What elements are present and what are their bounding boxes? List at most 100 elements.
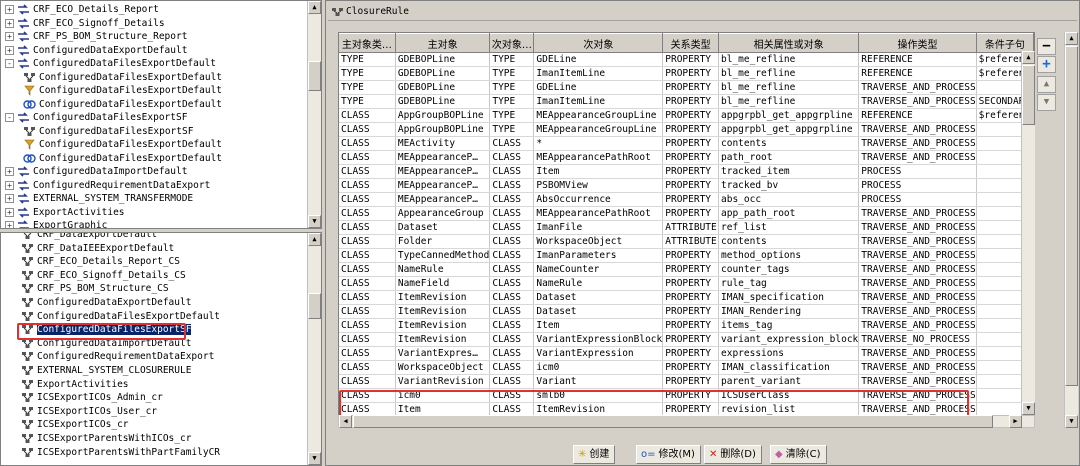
table-cell[interactable]: PROPERTY [662, 122, 719, 137]
table-cell[interactable]: PROPERTY [662, 318, 719, 333]
column-header[interactable]: 主对象 [395, 33, 491, 53]
table-cell[interactable]: CLASS [339, 248, 396, 263]
table-row[interactable]: CLASS MEActivity CLASS * PROPERTY contents TRA… [339, 136, 1034, 151]
table-row[interactable]: CLASS MEAppearanceP… CLASS Item PROPERTY trac… [339, 164, 1034, 179]
table-cell[interactable]: TRAVERSE_AND_PROCESS [858, 346, 977, 361]
column-header[interactable]: 次对象 [533, 33, 664, 53]
table-cell[interactable]: TRAVERSE_AND_PROCESS [858, 304, 977, 319]
list-item[interactable]: ICSExportICOs_cr [21, 418, 129, 431]
list-item[interactable]: ICSExportParentsWithPartFamilyCR [21, 446, 220, 459]
table-row[interactable]: TYPE GDEBOPLine TYPE GDELine PROPERTY bl_me_r… [339, 52, 1034, 67]
tree-node[interactable]: + CRF_ECO_Details_Report [5, 3, 159, 16]
table-cell[interactable]: appgrpbl_get_appgrpline [718, 108, 860, 123]
table-cell[interactable]: TYPE [489, 122, 535, 137]
panel-vertical-scrollbar[interactable]: ▲ ▼ [1064, 32, 1078, 428]
column-header[interactable]: 操作类型 [858, 33, 977, 53]
table-cell[interactable]: AppGroupBOPLine [395, 122, 491, 137]
table-cell[interactable]: bl_me_refline [718, 52, 860, 67]
table-cell[interactable]: MEAppearancePathRoot [533, 206, 664, 221]
table-cell[interactable]: NameCounter [533, 262, 664, 277]
modify-button[interactable]: o= 修改(M) [636, 445, 701, 464]
table-cell[interactable]: TRAVERSE_AND_PROCESS [858, 94, 977, 109]
column-header[interactable]: 条件子句 [976, 33, 1034, 53]
tree-node[interactable]: + CRF_PS_BOM_Structure_Report [5, 30, 187, 43]
table-cell[interactable]: CLASS [339, 136, 396, 151]
table-horizontal-scrollbar[interactable]: ◀ ▶ [338, 415, 1035, 428]
expand-icon[interactable]: + [5, 194, 14, 203]
column-header[interactable]: 主对象类… [339, 33, 396, 53]
tree-node[interactable]: + ExportGraphic [5, 219, 107, 228]
table-cell[interactable]: TypeCannedMethod [395, 248, 491, 263]
table-row[interactable]: CLASS Folder CLASS WorkspaceObject ATTRIBUTE… [339, 234, 1034, 249]
table-row[interactable]: CLASS Dataset CLASS ImanFile ATTRIBUTE ref_li… [339, 220, 1034, 235]
table-row[interactable]: CLASS ItemRevision CLASS Dataset PROPERTY IMA… [339, 304, 1034, 319]
table-cell[interactable]: bl_me_refline [718, 80, 860, 95]
table-cell[interactable]: TYPE [339, 52, 396, 67]
list-item[interactable]: CRF_PS_BOM_Structure_CS [21, 282, 169, 295]
table-row[interactable]: CLASS NameField CLASS NameRule PROPERTY rule_… [339, 276, 1034, 291]
table-cell[interactable]: CLASS [339, 360, 396, 375]
scroll-up-button[interactable]: ▲ [308, 1, 321, 14]
table-cell[interactable]: CLASS [489, 304, 535, 319]
table-cell[interactable]: CLASS [489, 318, 535, 333]
table-row[interactable]: CLASS AppGroupBOPLine TYPE MEAppearanceGrou… [339, 108, 1034, 123]
table-cell[interactable]: AppGroupBOPLine [395, 108, 491, 123]
table-cell[interactable]: Variant [533, 374, 664, 389]
table-cell[interactable]: CLASS [489, 360, 535, 375]
table-cell[interactable]: REFERENCE [858, 108, 977, 123]
table-cell[interactable]: parent_variant [718, 374, 860, 389]
table-cell[interactable]: ItemRevision [395, 332, 491, 347]
tree-node[interactable]: + CRF_ECO_Signoff_Details [5, 17, 165, 30]
table-cell[interactable]: CLASS [489, 248, 535, 263]
table-cell[interactable]: CLASS [489, 234, 535, 249]
table-cell[interactable]: method_options [718, 248, 860, 263]
table-row[interactable]: CLASS TypeCannedMethod CLASS ImanParameters… [339, 248, 1034, 263]
table-cell[interactable]: CLASS [339, 150, 396, 165]
table-row[interactable]: CLASS ItemRevision CLASS Dataset PROPERTY IMA… [339, 290, 1034, 305]
table-cell[interactable]: TRAVERSE_AND_PROCESS [858, 276, 977, 291]
tree-node[interactable]: + ExportActivities [5, 206, 125, 219]
table-cell[interactable]: ImanItemLine [533, 66, 664, 81]
table-cell[interactable]: CLASS [339, 374, 396, 389]
scroll-thumb[interactable] [353, 415, 993, 428]
expand-icon[interactable]: + [5, 5, 14, 14]
tree-node[interactable]: ConfiguredDataFilesExportDefault [23, 84, 222, 97]
table-cell[interactable]: VariantExpressionBlock [533, 332, 664, 347]
table-cell[interactable]: WorkspaceObject [395, 360, 491, 375]
table-cell[interactable]: contents [718, 234, 860, 249]
table-cell[interactable]: TRAVERSE_AND_PROCESS [858, 150, 977, 165]
table-cell[interactable]: ImanFile [533, 220, 664, 235]
table-cell[interactable]: expressions [718, 346, 860, 361]
table-cell[interactable]: TRAVERSE_AND_PROCESS [858, 374, 977, 389]
table-cell[interactable]: TYPE [339, 80, 396, 95]
table-cell[interactable]: CLASS [339, 220, 396, 235]
table-row[interactable]: CLASS AppGroupBOPLine TYPE MEAppearanceGrou… [339, 122, 1034, 137]
table-cell[interactable]: CLASS [339, 262, 396, 277]
table-row[interactable]: CLASS MEAppearanceP… CLASS AbsOccurrence PRO… [339, 192, 1034, 207]
table-cell[interactable]: GDEBOPLine [395, 80, 491, 95]
table-cell[interactable]: ImanParameters [533, 248, 664, 263]
table-cell[interactable]: GDEBOPLine [395, 52, 491, 67]
table-cell[interactable]: CLASS [489, 332, 535, 347]
table-cell[interactable]: CLASS [489, 178, 535, 193]
table-cell[interactable]: PROPERTY [662, 136, 719, 151]
table-cell[interactable]: PROPERTY [662, 66, 719, 81]
table-cell[interactable]: MEAppearanceGroupLine [533, 108, 664, 123]
scroll-thumb[interactable] [1022, 65, 1035, 125]
tree-node[interactable]: + ConfiguredRequirementDataExport [5, 179, 210, 192]
list-item[interactable]: ICSExportICOs_Admin_cr [21, 391, 163, 404]
table-cell[interactable]: WorkspaceObject [533, 234, 664, 249]
list-item[interactable]: EXTERNAL_SYSTEM_CLOSURERULE [21, 364, 191, 377]
tree-node[interactable]: - ConfiguredDataFilesExportSF [5, 111, 187, 124]
move-down-button[interactable]: ▼ [1037, 94, 1056, 111]
table-cell[interactable]: TYPE [489, 52, 535, 67]
table-cell[interactable]: MEAppearanceP… [395, 150, 491, 165]
expand-icon[interactable]: + [5, 221, 14, 228]
table-cell[interactable]: rule_tag [718, 276, 860, 291]
table-cell[interactable]: ATTRIBUTE [662, 234, 719, 249]
table-cell[interactable]: MEAppearanceP… [395, 164, 491, 179]
table-cell[interactable]: PROPERTY [662, 304, 719, 319]
scroll-down-button[interactable]: ▼ [308, 215, 321, 228]
scroll-thumb[interactable] [308, 293, 321, 319]
collapse-icon[interactable]: - [5, 113, 14, 122]
